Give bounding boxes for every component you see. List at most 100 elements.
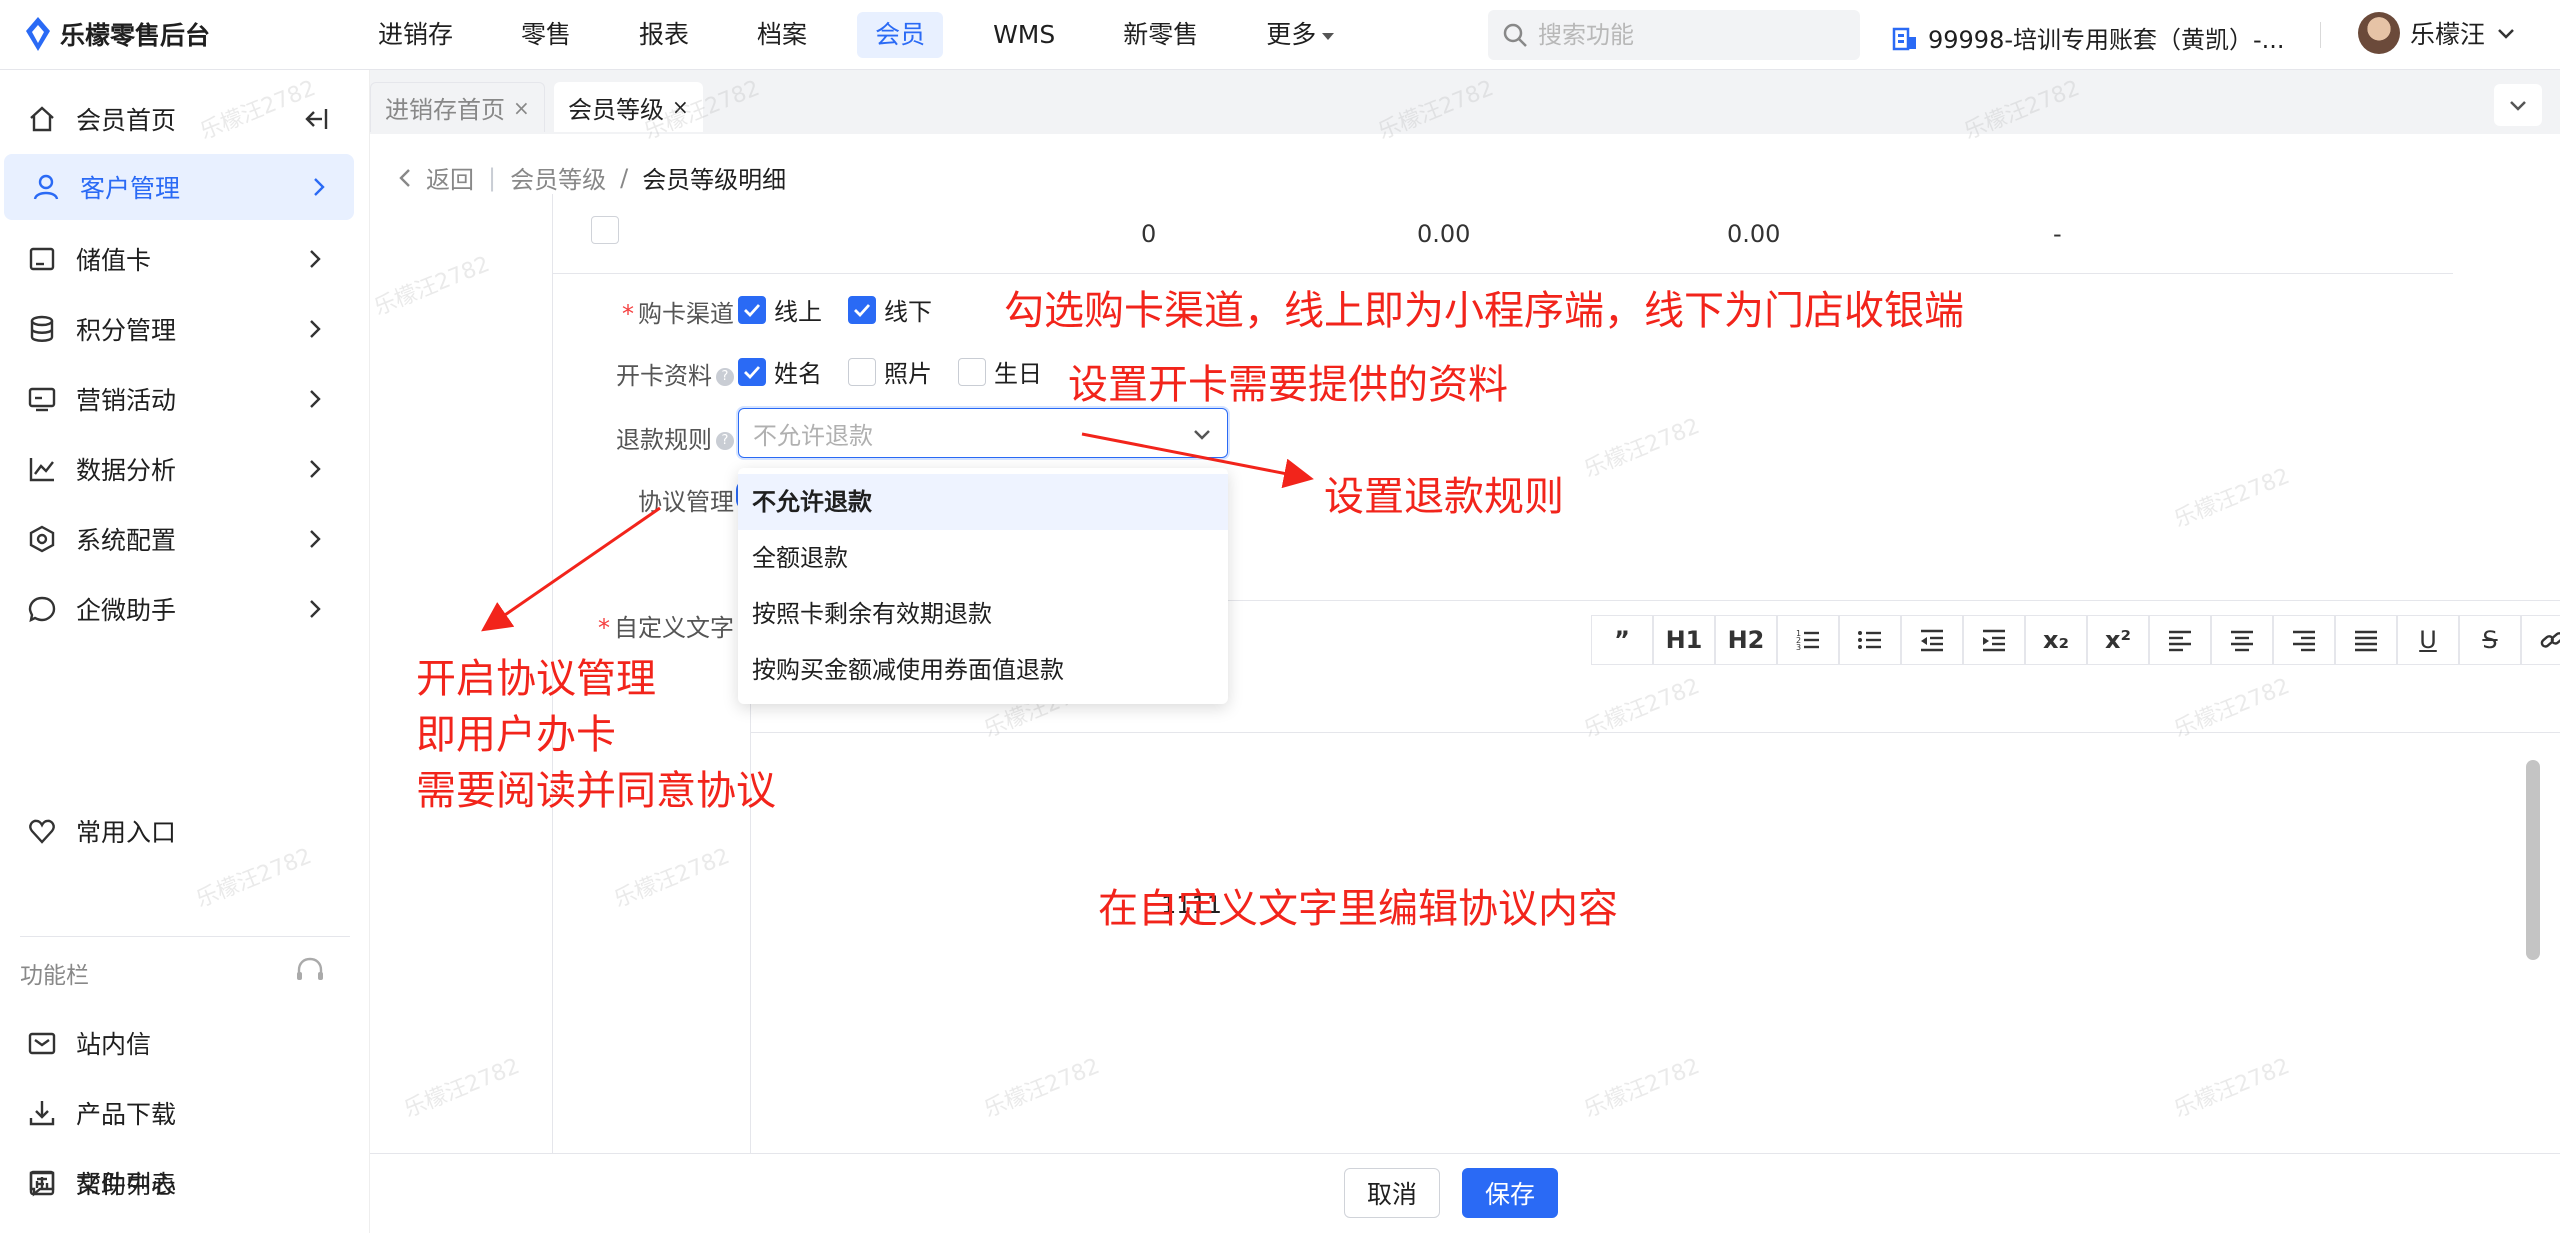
- refund-rule-select[interactable]: 不允许退款: [738, 408, 1228, 458]
- nav-new-retail[interactable]: 新零售: [1105, 12, 1216, 58]
- nav-inventory[interactable]: 进销存: [360, 12, 471, 58]
- chevron-right-icon: [310, 250, 321, 268]
- align-center-button[interactable]: [2211, 615, 2273, 665]
- sidebar-item-inbox[interactable]: 站内信: [0, 1010, 350, 1076]
- underline-button[interactable]: U: [2397, 615, 2459, 665]
- collapse-sidebar-icon[interactable]: [302, 106, 330, 132]
- cancel-button[interactable]: 取消: [1344, 1168, 1441, 1218]
- align-right-icon: [2293, 630, 2315, 652]
- refund-option[interactable]: 不允许退款: [738, 474, 1228, 530]
- user-menu[interactable]: 乐檬汪: [2358, 12, 2517, 54]
- check-icon: [738, 357, 766, 386]
- scrollbar-thumb[interactable]: [2526, 760, 2540, 960]
- quote-button[interactable]: ”: [1591, 615, 1653, 665]
- sidebar-item-points[interactable]: 积分管理: [0, 296, 350, 362]
- nav-more[interactable]: 更多: [1248, 12, 1352, 58]
- sidebar-item-stored-card[interactable]: 储值卡: [0, 226, 350, 292]
- bullet-list-icon: [1858, 631, 1881, 649]
- sidebar-item-settings[interactable]: 系统配置: [0, 506, 350, 572]
- nav-archive[interactable]: 档案: [739, 12, 825, 58]
- table-cell: 0: [1141, 220, 1157, 248]
- info-label-text: 开卡资料: [616, 362, 712, 390]
- channel-offline-checkbox[interactable]: 线下: [848, 292, 932, 327]
- outdent-button[interactable]: [1901, 615, 1963, 665]
- account-switcher[interactable]: 99998-培训专用账套（黄凯）-...: [1892, 20, 2285, 55]
- heading2-button[interactable]: H2: [1715, 615, 1777, 665]
- bottom-action-bar: 取消 保存: [370, 1153, 2560, 1233]
- sidebar-item-label: 站内信: [76, 1030, 152, 1059]
- nav-retail[interactable]: 零售: [503, 12, 589, 58]
- sidebar-item-download[interactable]: 产品下载: [0, 1080, 350, 1146]
- annotation-custom: 在自定义文字里编辑协议内容: [1098, 886, 1618, 932]
- breadcrumb-parent[interactable]: 会员等级: [510, 160, 606, 195]
- annotation-refund: 设置退款规则: [1324, 474, 1564, 520]
- option-label: 线上: [774, 298, 822, 326]
- strikethrough-button[interactable]: S: [2459, 615, 2521, 665]
- chevron-down-icon: [1194, 430, 1210, 440]
- channel-label-text: 购卡渠道: [638, 300, 734, 328]
- option-label: 生日: [994, 360, 1042, 388]
- headset-icon[interactable]: [294, 956, 326, 986]
- sidebar-item-marketing[interactable]: 营销活动: [0, 366, 350, 432]
- sidebar-item-help[interactable]: 帮助中心: [0, 1150, 350, 1216]
- nav-member[interactable]: 会员: [857, 12, 944, 58]
- annotation-agreement-1: 开启协议管理: [416, 656, 656, 702]
- channel-online-checkbox[interactable]: 线上: [738, 292, 822, 327]
- ordered-list-icon: 123: [1796, 629, 1819, 652]
- help-tip-icon[interactable]: ?: [716, 368, 734, 386]
- custom-text-label-text: 自定义文字: [614, 614, 734, 642]
- link-button[interactable]: [2521, 615, 2560, 665]
- chevron-right-icon: [310, 390, 321, 408]
- home-icon: [26, 103, 58, 135]
- info-photo-checkbox[interactable]: 照片: [848, 354, 932, 389]
- justify-icon: [2355, 630, 2377, 652]
- close-icon[interactable]: ×: [513, 96, 530, 120]
- sidebar-item-customer[interactable]: 客户管理: [4, 154, 354, 220]
- sidebar: 会员首页 客户管理 储值卡 积分管理 营销活动 数据分析 系统配置 企微助手 常…: [0, 70, 370, 1233]
- avatar: [2358, 12, 2400, 54]
- row-checkbox[interactable]: [591, 216, 619, 244]
- heart-icon: [26, 815, 58, 847]
- heading1-button[interactable]: H1: [1653, 615, 1715, 665]
- function-bar-label: 功能栏: [20, 963, 89, 989]
- indent-button[interactable]: [1963, 615, 2025, 665]
- superscript-button[interactable]: x²: [2087, 615, 2149, 665]
- search-input[interactable]: [1538, 21, 1838, 49]
- refund-option[interactable]: 全额退款: [738, 530, 1228, 586]
- sidebar-item-label: 数据分析: [76, 456, 177, 485]
- align-left-button[interactable]: [2149, 615, 2211, 665]
- link-icon: [2540, 632, 2560, 648]
- search-box[interactable]: [1488, 10, 1860, 60]
- tabs-menu-button[interactable]: [2494, 84, 2542, 126]
- subscript-button[interactable]: x₂: [2025, 615, 2087, 665]
- refund-option[interactable]: 按购买金额减使用券面值退款: [738, 642, 1228, 698]
- justify-button[interactable]: [2335, 615, 2397, 665]
- sidebar-item-wecom[interactable]: 企微助手: [0, 576, 350, 642]
- unchecked-box-icon: [848, 357, 876, 386]
- refund-rule-dropdown: 不允许退款 全额退款 按照卡剩余有效期退款 按购买金额减使用券面值退款: [738, 468, 1228, 704]
- tab-inventory-home[interactable]: 进销存首页 ×: [370, 82, 545, 132]
- app-logo[interactable]: 乐檬零售后台: [24, 16, 210, 52]
- ordered-list-button[interactable]: 123: [1777, 615, 1839, 665]
- refund-option[interactable]: 按照卡剩余有效期退款: [738, 586, 1228, 642]
- breadcrumb: 返回 | 会员等级 / 会员等级明细: [396, 160, 786, 195]
- top-bar: 乐檬零售后台 进销存 零售 报表 档案 会员 WMS 新零售 更多 99998-…: [0, 0, 2560, 70]
- app-name: 乐檬零售后台: [60, 21, 211, 50]
- bullet-list-button[interactable]: [1839, 615, 1901, 665]
- info-birthday-checkbox[interactable]: 生日: [958, 354, 1042, 389]
- user-icon: [30, 171, 62, 203]
- chevron-right-icon: [310, 460, 321, 478]
- table-row: 0 0.00 0.00 -: [553, 194, 2453, 274]
- nav-wms[interactable]: WMS: [975, 12, 1073, 58]
- nav-report[interactable]: 报表: [621, 12, 707, 58]
- sidebar-item-analytics[interactable]: 数据分析: [0, 436, 350, 502]
- back-link[interactable]: 返回: [426, 160, 474, 195]
- breadcrumb-divider: |: [488, 163, 497, 192]
- save-button[interactable]: 保存: [1462, 1168, 1559, 1218]
- help-tip-icon[interactable]: ?: [716, 432, 734, 450]
- table-cell: 0.00: [1417, 220, 1471, 248]
- align-right-button[interactable]: [2273, 615, 2335, 665]
- annotation-info: 设置开卡需要提供的资料: [1068, 362, 1508, 408]
- annotation-agreement-3: 需要阅读并同意协议: [416, 768, 776, 814]
- info-name-checkbox[interactable]: 姓名: [738, 354, 822, 389]
